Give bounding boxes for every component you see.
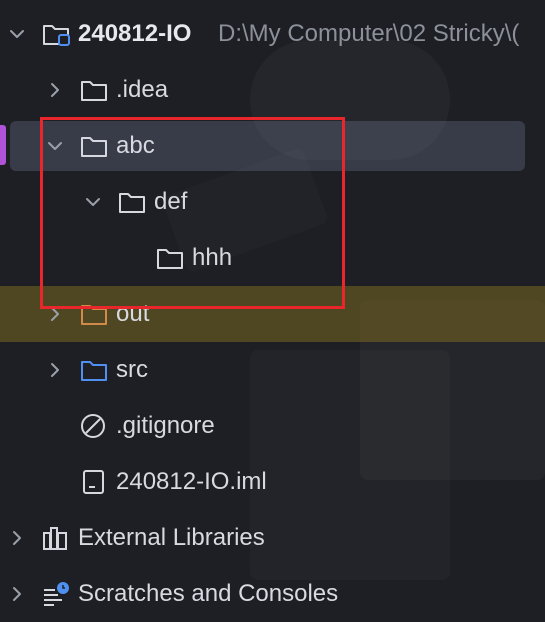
tree-item-label: .gitignore bbox=[116, 412, 215, 439]
libraries-icon bbox=[43, 527, 67, 550]
tree-row-scratches[interactable]: Scratches and Consoles bbox=[0, 566, 545, 622]
tree-item-label: src bbox=[116, 356, 148, 383]
module-folder-icon bbox=[43, 25, 70, 46]
source-folder-icon bbox=[81, 361, 107, 381]
tree-item-label: .idea bbox=[116, 76, 169, 103]
project-name: 240812-IO bbox=[78, 20, 192, 47]
chevron-right-icon[interactable] bbox=[46, 305, 64, 323]
excluded-folder-icon bbox=[81, 305, 107, 325]
tree-row-iml[interactable]: 240812-IO.iml bbox=[0, 454, 545, 510]
chevron-down-icon[interactable] bbox=[8, 25, 26, 43]
tree-row-project-root[interactable]: 240812-IO D:\My Computer\02 Stricky\( bbox=[0, 6, 545, 62]
scratches-icon bbox=[44, 582, 69, 606]
tree-row-external-libraries[interactable]: External Libraries bbox=[0, 510, 545, 566]
chevron-down-icon[interactable] bbox=[84, 193, 102, 211]
folder-icon bbox=[81, 81, 107, 101]
tree-item-label: 240812-IO.iml bbox=[116, 468, 267, 495]
ignored-file-icon bbox=[81, 414, 105, 438]
chevron-right-icon[interactable] bbox=[46, 361, 64, 379]
tree-row-src[interactable]: src bbox=[0, 342, 545, 398]
tree-item-label: hhh bbox=[192, 244, 233, 271]
tree-row-idea[interactable]: .idea bbox=[0, 62, 545, 118]
tree-row-out[interactable]: out bbox=[0, 286, 545, 342]
folder-icon bbox=[119, 193, 145, 213]
project-tree: 240812-IO D:\My Computer\02 Stricky\( .i… bbox=[0, 0, 545, 621]
tree-row-gitignore[interactable]: .gitignore bbox=[0, 398, 545, 454]
tree-row-abc[interactable]: abc bbox=[0, 118, 545, 174]
chevron-right-icon[interactable] bbox=[8, 585, 26, 603]
tree-row-hhh[interactable]: hhh bbox=[0, 230, 545, 286]
project-path: D:\My Computer\02 Stricky\( bbox=[218, 20, 520, 47]
chevron-down-icon[interactable] bbox=[46, 137, 64, 155]
scratches-label: Scratches and Consoles bbox=[78, 580, 339, 607]
module-file-icon bbox=[83, 470, 104, 494]
chevron-right-icon[interactable] bbox=[46, 81, 64, 99]
tree-item-label: out bbox=[116, 300, 150, 327]
tree-item-label: abc bbox=[116, 132, 155, 159]
tree-row-def[interactable]: def bbox=[0, 174, 545, 230]
external-libraries-label: External Libraries bbox=[78, 524, 265, 551]
tree-item-label: def bbox=[154, 188, 188, 215]
folder-icon bbox=[157, 249, 183, 269]
chevron-right-icon[interactable] bbox=[8, 529, 26, 547]
folder-icon bbox=[81, 137, 107, 157]
